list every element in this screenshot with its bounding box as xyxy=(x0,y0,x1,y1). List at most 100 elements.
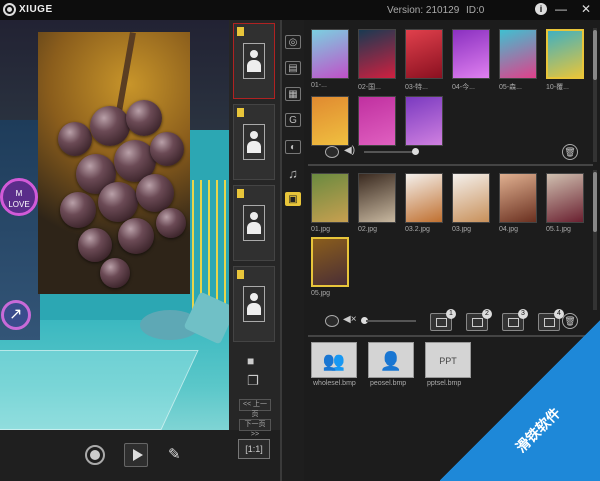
layout-number-badge: 4 xyxy=(554,309,564,319)
preview-canvas[interactable]: M LOVE xyxy=(0,20,229,430)
photos-scroll-thumb[interactable] xyxy=(593,172,597,232)
image-icon xyxy=(436,318,447,327)
photo-label: 05.jpg xyxy=(311,290,331,297)
layout-1-button[interactable]: 1 xyxy=(430,309,456,331)
volume-slider-knob[interactable] xyxy=(412,148,419,155)
grape xyxy=(60,192,96,228)
photo-label: 02.jpg xyxy=(358,226,378,233)
person-icon xyxy=(243,205,265,241)
film-category-icon[interactable]: ▤ xyxy=(285,61,301,75)
close-button[interactable]: ✕ xyxy=(578,1,594,18)
grape-stem xyxy=(116,32,136,112)
tag-icon xyxy=(237,27,244,36)
layout-number-badge: 2 xyxy=(482,309,492,319)
photo-label: 04.jpg xyxy=(499,226,519,233)
camera-icon[interactable]: ■ xyxy=(247,354,265,368)
frame-option-2[interactable] xyxy=(233,104,275,180)
frame-option-1[interactable] xyxy=(233,23,275,99)
template-thumbnail[interactable] xyxy=(405,29,443,79)
neon-arrow-icon xyxy=(1,300,31,330)
grape xyxy=(118,218,154,254)
image-icon xyxy=(508,318,519,327)
file-tile[interactable]: 👥 xyxy=(311,342,357,378)
ppt-file-icon: PPT xyxy=(439,356,457,366)
person-icon xyxy=(243,43,265,79)
grape xyxy=(126,100,162,136)
title-bar: XIUGE Version: 210129 ID:0 i — ✕ xyxy=(0,0,600,20)
photo-label: 01.jpg xyxy=(311,226,331,233)
template-label: 02-国... xyxy=(358,84,381,91)
grape xyxy=(156,208,186,238)
neon-love-sign: M LOVE xyxy=(0,178,38,216)
info-button[interactable]: i xyxy=(535,3,547,15)
grape xyxy=(58,122,92,156)
person-icon: 👤 xyxy=(379,351,403,371)
file-label: wholesel.bmp xyxy=(313,380,356,387)
tag-icon xyxy=(237,270,244,279)
image-icon xyxy=(472,318,483,327)
play-button[interactable] xyxy=(124,443,148,467)
template-thumbnail[interactable] xyxy=(358,29,396,79)
tag-icon xyxy=(237,189,244,198)
photo-thumbnail[interactable] xyxy=(405,173,443,223)
photo-thumbnail[interactable] xyxy=(358,173,396,223)
photo-thumbnail[interactable] xyxy=(499,173,537,223)
prev-page-button[interactable]: << 上一页 xyxy=(239,399,271,418)
template-label: 04-今... xyxy=(452,84,475,91)
template-label: 01-... xyxy=(311,82,327,89)
layout-4-button[interactable]: 4 xyxy=(538,309,564,331)
file-label: peosel.bmp xyxy=(370,380,407,387)
minimize-button[interactable]: — xyxy=(553,1,569,18)
photo-thumbnail[interactable] xyxy=(546,173,584,223)
photo-category-icon[interactable]: ◎ xyxy=(285,35,301,49)
templates-scroll-thumb[interactable] xyxy=(593,30,597,80)
photo-thumbnail[interactable] xyxy=(311,173,349,223)
layout-number-badge: 3 xyxy=(518,309,528,319)
app-name: XIUGE xyxy=(19,4,53,15)
template-thumbnail[interactable] xyxy=(311,96,349,146)
photo-volume-track[interactable] xyxy=(366,320,416,322)
layout-2-button[interactable]: 2 xyxy=(466,309,492,331)
mute-icon[interactable]: ◀× xyxy=(343,314,357,325)
tag-icon xyxy=(237,108,244,117)
image-icon xyxy=(544,318,555,327)
display-icon[interactable] xyxy=(325,315,339,327)
palette-category-icon[interactable]: ◐ xyxy=(285,140,301,154)
photo-label: 03.jpg xyxy=(452,226,472,233)
layout-3-button[interactable]: 3 xyxy=(502,309,528,331)
frame-category-icon[interactable]: ▣ xyxy=(285,192,301,206)
grape xyxy=(78,228,112,262)
file-tile[interactable]: PPT xyxy=(425,342,471,378)
trash-icon[interactable]: 🗑 xyxy=(562,144,578,160)
display-icon[interactable] xyxy=(325,146,339,158)
device-id-text: ID:0 xyxy=(466,5,485,16)
brush-icon[interactable]: ✎ xyxy=(168,446,188,464)
copy-icon[interactable]: ❐ xyxy=(247,373,265,389)
record-button[interactable] xyxy=(85,445,105,465)
grape xyxy=(98,182,138,222)
template-thumbnail[interactable] xyxy=(405,96,443,146)
next-page-button[interactable]: 下一页 >> xyxy=(239,419,271,438)
music-category-icon[interactable]: ♫ xyxy=(285,167,301,181)
photo-label: 03.2.jpg xyxy=(405,226,430,233)
template-thumbnail[interactable] xyxy=(499,29,537,79)
template-category-icon[interactable]: ▦ xyxy=(285,87,301,101)
photo-thumbnail[interactable] xyxy=(452,173,490,223)
template-thumbnail[interactable] xyxy=(546,29,584,79)
people-icon: 👥 xyxy=(322,351,346,371)
frame-option-4[interactable] xyxy=(233,266,275,342)
photo-thumbnail[interactable] xyxy=(311,237,349,287)
grape xyxy=(100,258,130,288)
template-thumbnail[interactable] xyxy=(311,29,349,79)
gif-category-icon[interactable]: G xyxy=(285,113,301,127)
person-icon xyxy=(243,124,265,160)
volume-slider-track[interactable] xyxy=(364,151,416,153)
app-logo-icon xyxy=(3,3,16,16)
volume-icon[interactable]: ◀) xyxy=(344,145,355,156)
template-label: 03-特... xyxy=(405,84,428,91)
aspect-ratio-button[interactable]: [1:1] xyxy=(238,439,270,459)
template-thumbnail[interactable] xyxy=(452,29,490,79)
frame-option-3[interactable] xyxy=(233,185,275,261)
file-tile[interactable]: 👤 xyxy=(368,342,414,378)
template-thumbnail[interactable] xyxy=(358,96,396,146)
